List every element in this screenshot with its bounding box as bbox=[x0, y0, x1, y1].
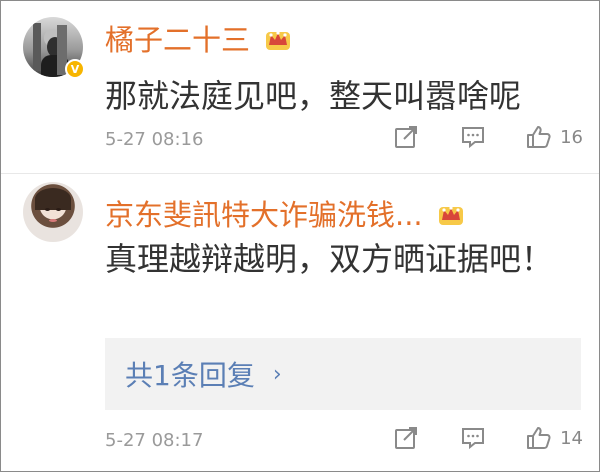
chevron-right-icon: › bbox=[272, 361, 282, 387]
like-button[interactable]: 16 bbox=[526, 125, 583, 149]
avatar[interactable] bbox=[23, 182, 83, 242]
username[interactable]: 京东斐訊特大诈骗洗钱... bbox=[105, 192, 464, 234]
comment-button[interactable] bbox=[460, 125, 486, 149]
crown-icon bbox=[438, 206, 463, 225]
timestamp: 5-27 08:17 bbox=[105, 430, 204, 451]
view-replies-link[interactable]: 共1条回复 › bbox=[105, 338, 581, 410]
timestamp: 5-27 08:16 bbox=[105, 129, 204, 150]
username-label[interactable]: 京东斐訊特大诈骗洗钱... bbox=[105, 198, 423, 232]
like-count: 14 bbox=[560, 427, 583, 449]
avatar-hair bbox=[35, 188, 71, 210]
share-icon bbox=[395, 126, 418, 148]
thumbs-up-icon bbox=[527, 126, 551, 148]
avatar-face bbox=[47, 37, 63, 57]
share-button[interactable] bbox=[394, 426, 420, 450]
avatar-eye bbox=[45, 208, 50, 211]
comment-icon bbox=[462, 428, 485, 450]
username-label[interactable]: 橘子二十三 bbox=[105, 23, 250, 57]
share-icon bbox=[395, 427, 418, 449]
like-button[interactable]: 14 bbox=[526, 426, 583, 450]
avatar-eye bbox=[56, 208, 61, 211]
comment-icon bbox=[462, 127, 485, 149]
comment-text: 真理越辩越明，双方晒证据吧！ bbox=[105, 240, 554, 278]
crown-icon bbox=[266, 31, 291, 50]
replies-label: 共1条回复 bbox=[125, 359, 255, 392]
username[interactable]: 橘子二十三 bbox=[105, 17, 291, 59]
comment-item: V 橘子二十三 那就法庭见吧，整天叫嚣啥呢 5-27 08:16 16 bbox=[1, 1, 599, 174]
avatar-lips bbox=[49, 219, 57, 222]
verified-badge-icon: V bbox=[65, 59, 85, 79]
like-count: 16 bbox=[560, 126, 583, 148]
comment-actions: 16 bbox=[354, 125, 583, 149]
comment-button[interactable] bbox=[460, 426, 486, 450]
comment-actions: 14 bbox=[354, 426, 583, 450]
share-button[interactable] bbox=[394, 125, 420, 149]
thumbs-up-icon bbox=[527, 427, 551, 449]
comment-text: 那就法庭见吧，整天叫嚣啥呢 bbox=[105, 77, 522, 115]
comment-item: 京东斐訊特大诈骗洗钱... 真理越辩越明，双方晒证据吧！ 共1条回复 › 5-2… bbox=[1, 174, 599, 472]
